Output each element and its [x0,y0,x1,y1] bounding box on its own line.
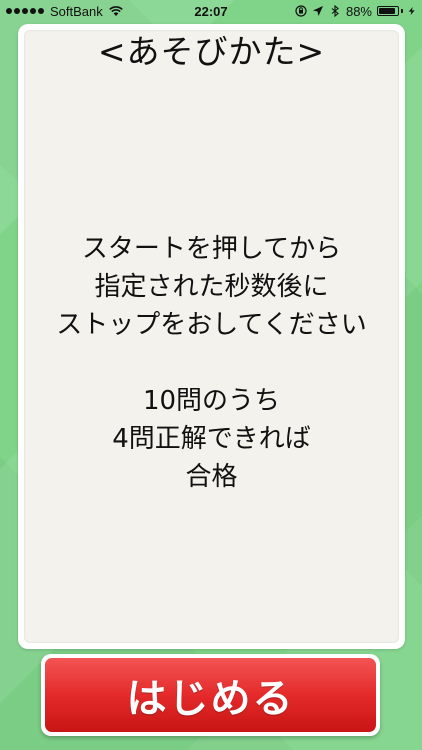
orientation-lock-icon [295,5,307,17]
instructions-card-inner: <あそびかた> スタートを押してから 指定された秒数後に ストップをおしてくださ… [24,30,399,643]
pass-condition-line: 10問のうち [142,386,281,416]
status-bar-left: SoftBank [6,0,123,22]
start-button-label: はじめる [126,676,295,722]
instruction-line: 指定された秒数後に [94,272,329,302]
status-bar-right: 88% [295,0,416,22]
start-button[interactable]: はじめる [41,654,380,736]
instruction-line: ストップをおしてください [56,310,367,340]
carrier-name: SoftBank [50,3,103,19]
instructions-text: スタートを押してから 指定された秒数後に ストップをおしてください 10問のうち… [24,230,399,496]
wifi-icon [109,6,123,16]
charging-icon [408,7,415,15]
battery-icon [377,6,403,16]
instruction-line: スタートを押してから [81,234,342,264]
card-title: <あそびかた> [97,32,326,71]
instructions-card: <あそびかた> スタートを押してから 指定された秒数後に ストップをおしてくださ… [18,24,405,649]
pass-condition-line: 合格 [185,462,238,492]
status-bar: SoftBank 22:07 88% [0,0,422,22]
pass-condition-line: 4問正解できれば [112,424,311,454]
start-button-face[interactable]: はじめる [45,658,376,732]
bluetooth-icon [331,5,339,17]
battery-percent: 88% [345,3,372,19]
location-icon [312,6,323,16]
signal-strength-icon [6,8,44,14]
